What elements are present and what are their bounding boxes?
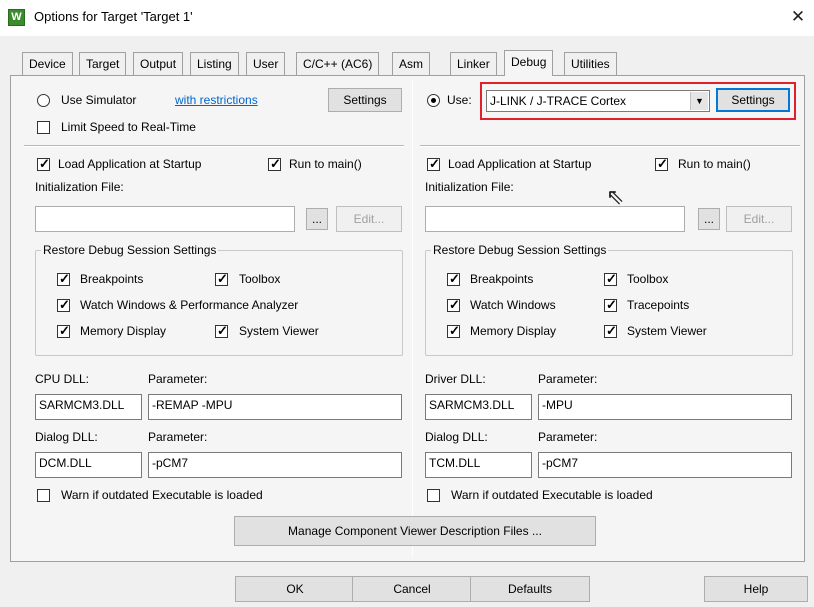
left-breakpoints-label: Breakpoints (80, 272, 144, 286)
debug-driver-select[interactable]: J-LINK / J-TRACE Cortex ▼ (486, 90, 710, 112)
right-memory-display-label: Memory Display (470, 324, 557, 338)
right-tracepoints-label: Tracepoints (627, 298, 690, 312)
window-title: Options for Target 'Target 1' (34, 9, 193, 24)
right-browse-button[interactable]: ... (698, 208, 720, 230)
use-simulator-label: Use Simulator (61, 93, 137, 107)
left-edit-button[interactable]: Edit... (336, 206, 402, 232)
right-init-file-input[interactable] (425, 206, 685, 232)
driver-param-input[interactable]: -MPU (538, 394, 792, 420)
left-toolbox-label: Toolbox (239, 272, 281, 286)
close-icon[interactable]: ✕ (785, 5, 811, 29)
left-init-file-label: Initialization File: (35, 180, 124, 194)
tab-utilities[interactable]: Utilities (564, 52, 617, 75)
tab-listing[interactable]: Listing (190, 52, 239, 75)
left-breakpoints-checkbox[interactable] (57, 271, 71, 287)
right-dialog-dll-label: Dialog DLL: (425, 430, 488, 444)
cancel-button[interactable]: Cancel (352, 576, 472, 602)
left-memory-display-label: Memory Display (80, 324, 167, 338)
help-button[interactable]: Help (704, 576, 808, 602)
right-run-to-main-label: Run to main() (678, 157, 751, 171)
tab-user[interactable]: User (246, 52, 286, 75)
right-breakpoints-checkbox[interactable] (447, 271, 461, 287)
simulator-settings-button[interactable]: Settings (328, 88, 402, 112)
right-dialog-dll-input[interactable]: TCM.DLL (425, 452, 532, 478)
left-dialog-dll-input[interactable]: DCM.DLL (35, 452, 142, 478)
right-restore-title: Restore Debug Session Settings (431, 243, 609, 257)
right-run-to-main-checkbox[interactable] (655, 156, 669, 172)
limit-speed-checkbox[interactable] (37, 121, 50, 134)
tab-output[interactable]: Output (133, 52, 184, 75)
left-run-to-main-checkbox[interactable] (268, 156, 282, 172)
right-watch-windows-label: Watch Windows (470, 298, 556, 312)
right-breakpoints-label: Breakpoints (470, 272, 534, 286)
right-tracepoints-checkbox[interactable] (604, 297, 618, 313)
right-dialog-param-label: Parameter: (538, 430, 598, 444)
driver-dll-input[interactable]: SARMCM3.DLL (425, 394, 532, 420)
options-dialog: W Options for Target 'Target 1' ✕ Device… (0, 0, 814, 607)
left-dialog-param-label: Parameter: (148, 430, 208, 444)
tab-c-cpp[interactable]: C/C++ (AC6) (296, 52, 380, 75)
right-watch-windows-checkbox[interactable] (447, 297, 461, 313)
left-run-to-main-label: Run to main() (289, 157, 362, 171)
left-memory-display-checkbox[interactable] (57, 323, 71, 339)
tab-linker[interactable]: Linker (450, 52, 497, 75)
chevron-down-icon[interactable]: ▼ (690, 92, 708, 110)
right-memory-display-checkbox[interactable] (447, 323, 461, 339)
right-dialog-param-input[interactable]: -pCM7 (538, 452, 792, 478)
right-warn-checkbox[interactable] (427, 489, 440, 502)
driver-param-label: Parameter: (538, 372, 598, 386)
driver-settings-button[interactable]: Settings (716, 88, 790, 112)
left-system-viewer-checkbox[interactable] (215, 323, 229, 339)
limit-speed-label: Limit Speed to Real-Time (61, 120, 196, 134)
right-toolbox-checkbox[interactable] (604, 271, 618, 287)
tab-asm[interactable]: Asm (392, 52, 430, 75)
use-simulator-radio[interactable] (37, 94, 50, 107)
left-browse-button[interactable]: ... (306, 208, 328, 230)
right-edit-button[interactable]: Edit... (726, 206, 792, 232)
title-bar: W Options for Target 'Target 1' ✕ (0, 0, 814, 36)
left-divider (24, 145, 404, 147)
right-divider (420, 145, 800, 147)
right-system-viewer-checkbox[interactable] (604, 323, 618, 339)
panel-separator (412, 80, 413, 557)
right-toolbox-label: Toolbox (627, 272, 669, 286)
left-toolbox-checkbox[interactable] (215, 271, 229, 287)
left-restore-title: Restore Debug Session Settings (41, 243, 219, 257)
left-warn-label: Warn if outdated Executable is loaded (61, 488, 263, 502)
manage-component-viewer-button[interactable]: Manage Component Viewer Description File… (234, 516, 596, 546)
left-system-viewer-label: System Viewer (239, 324, 319, 338)
cpu-dll-label: CPU DLL: (35, 372, 90, 386)
left-warn-checkbox[interactable] (37, 489, 50, 502)
left-dialog-dll-label: Dialog DLL: (35, 430, 98, 444)
right-load-app-label: Load Application at Startup (448, 157, 592, 171)
ok-button[interactable]: OK (235, 576, 355, 602)
tab-debug[interactable]: Debug (504, 50, 554, 76)
right-warn-label: Warn if outdated Executable is loaded (451, 488, 653, 502)
tab-device[interactable]: Device (22, 52, 73, 75)
tab-target[interactable]: Target (79, 52, 127, 75)
cpu-param-label: Parameter: (148, 372, 208, 386)
left-load-app-label: Load Application at Startup (58, 157, 202, 171)
use-driver-radio[interactable] (427, 94, 440, 107)
cpu-param-input[interactable]: -REMAP -MPU (148, 394, 402, 420)
cpu-dll-input[interactable]: SARMCM3.DLL (35, 394, 142, 420)
defaults-button[interactable]: Defaults (470, 576, 590, 602)
driver-dll-label: Driver DLL: (425, 372, 486, 386)
left-init-file-input[interactable] (35, 206, 295, 232)
debug-driver-value: J-LINK / J-TRACE Cortex (490, 94, 627, 108)
left-watch-windows-checkbox[interactable] (57, 297, 71, 313)
app-icon: W (8, 9, 25, 26)
with-restrictions-link[interactable]: with restrictions (175, 93, 258, 107)
left-load-app-checkbox[interactable] (37, 156, 51, 172)
right-init-file-label: Initialization File: (425, 180, 514, 194)
left-dialog-param-input[interactable]: -pCM7 (148, 452, 402, 478)
left-watch-windows-label: Watch Windows & Performance Analyzer (80, 298, 299, 312)
right-system-viewer-label: System Viewer (627, 324, 707, 338)
use-label: Use: (447, 93, 472, 107)
right-load-app-checkbox[interactable] (427, 156, 441, 172)
mouse-cursor-icon: ⇖ (606, 184, 625, 209)
